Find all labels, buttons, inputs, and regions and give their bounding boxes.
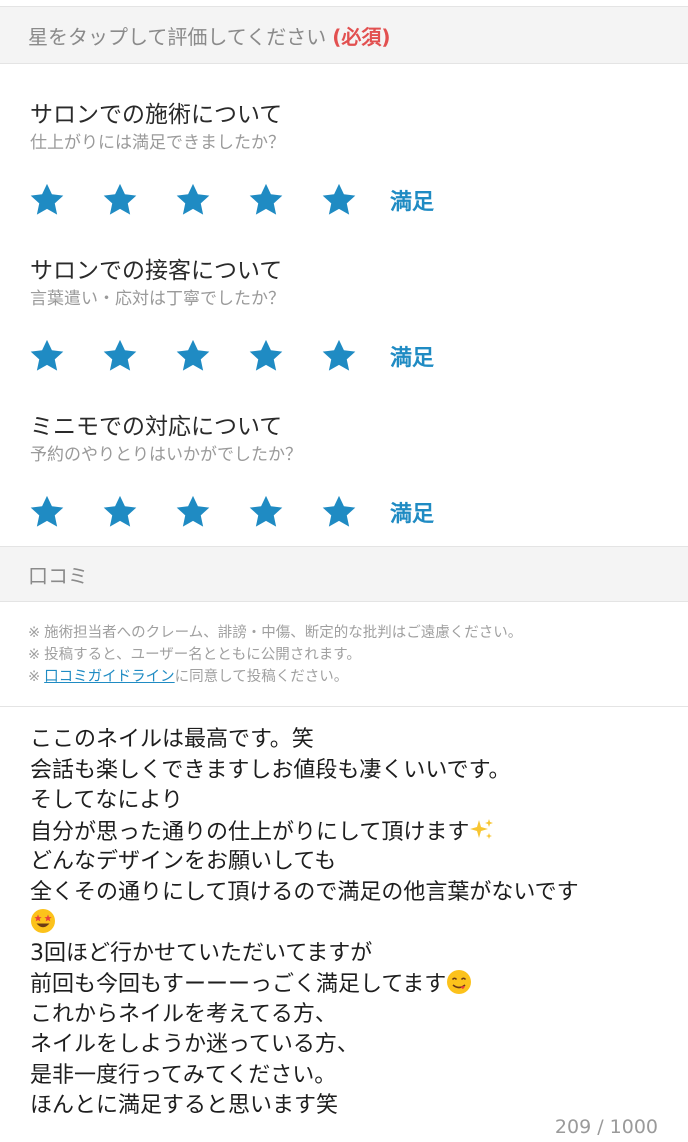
review-line: ネイルをしようか迷っている方、: [30, 1032, 359, 1057]
star-icon[interactable]: [101, 181, 139, 219]
star-icon[interactable]: [28, 181, 66, 219]
rating-instruction: 星をタップして評価してください: [28, 24, 327, 49]
rating-title: サロンでの接客について: [30, 258, 283, 284]
review-line-text: 前回も今回もすーーーっごく満足してます: [30, 972, 447, 997]
review-line: 会話も楽しくできますしお値段も凄くいいです。: [30, 757, 511, 783]
review-line: どんなデザインをお願いしても: [30, 849, 337, 874]
rating-value-label: 満足: [390, 502, 435, 527]
star-icon[interactable]: [320, 493, 358, 531]
rating-subtitle: 言葉遣い・応対は丁寧でしたか？: [30, 289, 285, 309]
rating-service: サロンでの接客について 言葉遣い・応対は丁寧でしたか？ 満足: [0, 256, 688, 376]
required-badge: (必須): [332, 24, 391, 49]
review-line: 自分が思った通りの仕上がりにして頂けます: [30, 817, 670, 848]
rating-subtitle: 予約のやりとりはいかがでしたか？: [30, 445, 302, 465]
posting-notes: ※ 施術担当者へのクレーム、誹謗・中傷、断定的な批判はご遠慮ください。 ※ 投稿する…: [0, 602, 688, 707]
star-icon[interactable]: [174, 337, 212, 375]
review-section-title: 口コミ: [28, 563, 88, 588]
sparkles-emoji-icon: [470, 818, 494, 839]
character-counter: 209 / 1000: [554, 1116, 658, 1138]
note-text: 投稿すると、ユーザー名とともに公開されます。: [44, 647, 361, 663]
review-line: 是非一度行ってみてください。: [30, 1062, 337, 1088]
star-icon[interactable]: [247, 493, 285, 531]
rating-treatment: サロンでの施術について 仕上がりには満足できましたか？ 満足: [0, 100, 688, 220]
rating-value-label: 満足: [390, 190, 435, 215]
note-text: 施術担当者へのクレーム、誹謗・中傷、断定的な批判はご遠慮ください。: [44, 625, 523, 641]
star-icon[interactable]: [28, 337, 66, 375]
star-rating-row: 満足: [30, 336, 688, 376]
star-icon[interactable]: [101, 337, 139, 375]
rating-section-header: 星をタップして評価してください (必須): [0, 6, 688, 64]
star-icon[interactable]: [101, 493, 139, 531]
star-rating-row: 満足: [30, 180, 688, 220]
rating-title: サロンでの施術について: [30, 102, 283, 128]
note-mark: ※: [28, 669, 41, 685]
note-text: に同意して投稿ください。: [174, 669, 349, 685]
star-icon[interactable]: [320, 337, 358, 375]
note-mark: ※: [28, 647, 41, 663]
review-line: 3回ほど行かせていただいてますが: [30, 940, 373, 966]
note-line: ※ 施術担当者へのクレーム、誹謗・中傷、断定的な批判はご遠慮ください。: [28, 622, 688, 644]
star-icon[interactable]: [174, 181, 212, 219]
note-line: ※ 投稿すると、ユーザー名とともに公開されます。: [28, 644, 688, 666]
rating-subtitle: 仕上がりには満足できましたか？: [30, 133, 285, 153]
review-guideline-link[interactable]: 口コミガイドライン: [44, 669, 175, 685]
note-line: ※ 口コミガイドラインに同意して投稿ください。: [28, 666, 688, 688]
review-line: そしてなにより: [30, 788, 183, 813]
rating-minimo-support: ミニモでの対応について 予約のやりとりはいかがでしたか？ 満足: [0, 412, 688, 532]
note-mark: ※: [28, 625, 41, 641]
review-line: ここのネイルは最高です。笑: [30, 727, 314, 752]
star-icon[interactable]: [320, 181, 358, 219]
rating-value-label: 満足: [390, 346, 435, 371]
star-icon[interactable]: [247, 181, 285, 219]
review-section-header: 口コミ: [0, 546, 688, 602]
star-icon[interactable]: [247, 337, 285, 375]
review-line: [30, 908, 670, 939]
review-line: 前回も今回もすーーーっごく満足してます: [30, 969, 670, 1000]
yum-face-emoji-icon: [447, 970, 472, 994]
star-rating-row: 満足: [30, 492, 688, 532]
review-line: これからネイルを考えてる方、: [30, 1001, 337, 1027]
star-struck-emoji-icon: [31, 909, 55, 933]
review-line: 全くその通りにして頂けるので満足の他言葉がないです: [30, 879, 579, 905]
review-line-text: 自分が思った通りの仕上がりにして頂けます: [30, 819, 470, 845]
review-textarea[interactable]: ここのネイルは最高です。笑 会話も楽しくできますしお値段も凄くいいです。 そして…: [0, 707, 670, 1122]
star-icon[interactable]: [28, 493, 66, 531]
rating-title: ミニモでの対応について: [30, 414, 283, 440]
star-icon[interactable]: [174, 493, 212, 531]
